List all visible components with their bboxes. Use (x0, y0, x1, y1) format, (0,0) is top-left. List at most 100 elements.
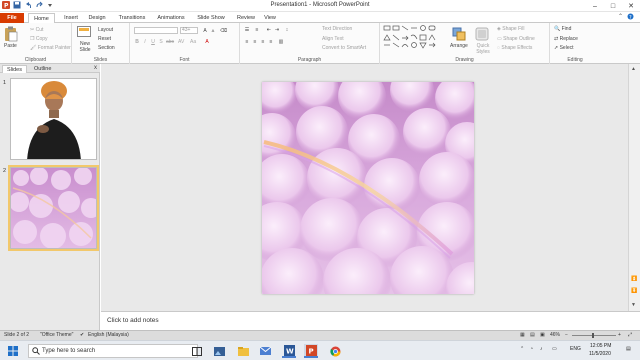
numbering-icon[interactable]: ≡ (254, 27, 260, 33)
chrome-app-icon[interactable] (328, 344, 342, 358)
file-explorer-icon[interactable] (236, 344, 250, 358)
decrease-indent-icon[interactable]: ⇤ (266, 27, 272, 33)
tab-review[interactable]: Review (235, 13, 257, 23)
arrange-icon[interactable] (452, 27, 466, 43)
section-button[interactable]: Section (98, 45, 115, 51)
increase-indent-icon[interactable]: ⇥ (274, 27, 280, 33)
paste-button[interactable]: Paste (4, 43, 17, 49)
quick-styles-button[interactable]: Quick Styles (472, 43, 494, 55)
tab-transitions[interactable]: Transitions (115, 13, 149, 23)
mail-app-icon[interactable] (258, 344, 272, 358)
underline-icon[interactable]: U (150, 39, 156, 45)
input-language[interactable]: ENG (570, 346, 581, 352)
find-button[interactable]: 🔍 Find (554, 26, 571, 32)
shape-fill-button[interactable]: ◈ Shape Fill (497, 26, 524, 32)
close-button[interactable]: ✕ (622, 0, 640, 12)
vertical-scrollbar[interactable]: ▲ ⏫ ⏬ ▼ (628, 64, 640, 311)
convert-to-smartart-button[interactable]: Convert to SmartArt (322, 45, 366, 51)
copy-button[interactable]: ❐ Copy (30, 36, 48, 42)
clear-formatting-icon[interactable]: ⌫ (220, 28, 227, 34)
tab-file[interactable]: File (0, 13, 24, 23)
volume-icon[interactable]: ♪ (540, 346, 543, 352)
grow-font-icon[interactable]: A (202, 28, 208, 34)
cut-button[interactable]: ✂ Cut (30, 27, 43, 33)
slide-sorter-icon[interactable]: ▤ (530, 332, 535, 338)
align-right-icon[interactable]: ≡ (260, 39, 266, 45)
replace-button[interactable]: ⇄ Replace (554, 36, 578, 42)
justify-icon[interactable]: ≡ (268, 39, 274, 45)
font-color-icon[interactable]: A (204, 39, 210, 45)
notes-pane[interactable]: Click to add notes (101, 311, 640, 330)
scroll-down-icon[interactable]: ▼ (631, 302, 636, 308)
clock-time[interactable]: 12:05 PM (590, 343, 611, 349)
text-direction-button[interactable]: Text Direction (322, 26, 352, 32)
help-icon[interactable]: ? (627, 13, 634, 22)
wifi-icon[interactable]: ◔ (530, 346, 533, 352)
columns-icon[interactable]: ▥ (278, 39, 284, 45)
change-case-icon[interactable]: Aa (190, 39, 196, 45)
bold-icon[interactable]: B (134, 39, 140, 45)
line-spacing-icon[interactable]: ↕ (284, 27, 290, 33)
minimize-button[interactable]: – (586, 0, 604, 12)
slide-2-thumbnail[interactable] (8, 165, 99, 251)
scroll-up-icon[interactable]: ▲ (631, 66, 636, 72)
clock-date[interactable]: 11/5/2020 (589, 351, 611, 357)
font-name-field[interactable] (134, 27, 178, 34)
reset-button[interactable]: Reset (98, 36, 111, 42)
taskbar-search-box[interactable]: Type here to search (28, 344, 198, 358)
language-indicator[interactable]: English (Malaysia) (88, 332, 129, 338)
arrange-button[interactable]: Arrange (450, 43, 468, 49)
quick-styles-icon[interactable] (475, 27, 489, 43)
windows-start-icon[interactable] (6, 344, 20, 358)
align-left-icon[interactable]: ≡ (244, 39, 250, 45)
tab-slide-show[interactable]: Slide Show (194, 13, 228, 23)
zoom-level[interactable]: 46% (550, 332, 560, 338)
tab-slides[interactable]: Slides (2, 65, 27, 73)
italic-icon[interactable]: I (142, 39, 148, 45)
tab-outline[interactable]: Outline (30, 65, 55, 73)
shapes-gallery[interactable] (383, 25, 443, 51)
tab-design[interactable]: Design (85, 13, 109, 23)
format-painter-button[interactable]: 🖌 Format Painter (30, 45, 71, 51)
select-button[interactable]: ➚ Select (554, 45, 574, 51)
tab-view[interactable]: View (261, 13, 279, 23)
zoom-in-icon[interactable]: + (618, 332, 621, 338)
align-text-button[interactable]: Align Text (322, 36, 344, 42)
character-spacing-icon[interactable]: AV (178, 39, 184, 45)
powerpoint-app-icon[interactable]: P (304, 344, 318, 358)
fit-slide-icon[interactable]: ⤢ (628, 332, 632, 338)
slide-canvas[interactable] (262, 82, 474, 294)
reading-view-icon[interactable]: ▣ (540, 332, 545, 338)
tab-animations[interactable]: Animations (154, 13, 188, 23)
battery-icon[interactable]: ▭ (552, 346, 557, 352)
notifications-icon[interactable]: ▤ (626, 346, 631, 352)
shape-outline-button[interactable]: ▭ Shape Outline (497, 36, 535, 42)
maximize-button[interactable]: □ (604, 0, 622, 12)
layout-button[interactable]: Layout (98, 27, 113, 33)
shape-effects-button[interactable]: ◌ Shape Effects (497, 45, 532, 51)
word-app-icon[interactable]: W (282, 344, 296, 358)
next-slide-icon[interactable]: ⏬ (631, 288, 637, 294)
zoom-slider-thumb[interactable] (592, 333, 594, 338)
spell-check-icon[interactable]: ✔ (80, 332, 84, 338)
task-view-icon[interactable] (190, 344, 204, 358)
slide-1-thumbnail[interactable] (10, 78, 97, 160)
paste-icon[interactable] (4, 26, 18, 44)
tray-overflow-icon[interactable]: ⌃ (520, 346, 524, 352)
zoom-slider[interactable] (572, 335, 616, 336)
minimize-ribbon-icon[interactable]: ⌃ (618, 13, 623, 22)
shadow-icon[interactable]: S (158, 39, 164, 45)
photos-app-icon[interactable] (212, 344, 226, 358)
zoom-out-icon[interactable]: − (565, 332, 568, 338)
normal-view-icon[interactable]: ▦ (520, 332, 525, 338)
new-slide-button[interactable]: New Slide (75, 41, 95, 53)
strikethrough-icon[interactable]: abc (166, 39, 174, 45)
previous-slide-icon[interactable]: ⏫ (631, 276, 637, 282)
close-panel-icon[interactable]: x (94, 65, 97, 71)
new-slide-icon[interactable] (77, 26, 91, 41)
font-size-field[interactable]: 43+ (180, 27, 198, 34)
tab-insert[interactable]: Insert (60, 13, 82, 23)
align-center-icon[interactable]: ≡ (252, 39, 258, 45)
bullets-icon[interactable]: ☰ (244, 27, 250, 33)
shrink-font-icon[interactable]: A (210, 28, 216, 34)
